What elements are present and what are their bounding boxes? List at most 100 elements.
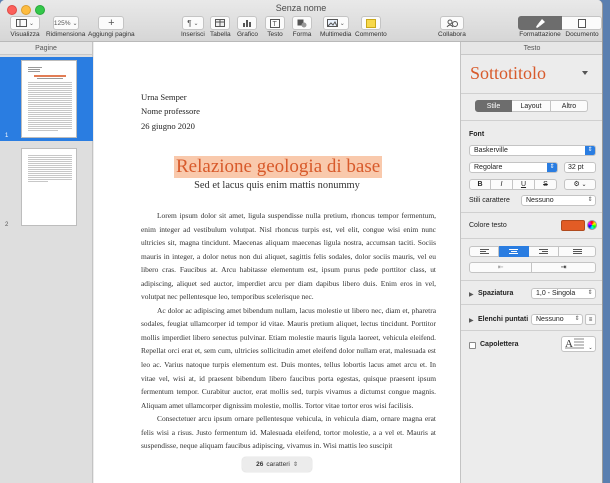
char-styles-label: Stili carattere xyxy=(469,197,510,204)
chevron-updown-icon: ⇕ xyxy=(292,462,298,468)
shape-button[interactable]: Forma xyxy=(292,16,312,38)
comment-button[interactable]: Commento xyxy=(355,16,387,38)
bullets-label: Elenchi puntati xyxy=(478,316,529,323)
align-left-button[interactable] xyxy=(469,246,499,257)
table-button[interactable]: Tabella xyxy=(210,16,231,38)
tab-style[interactable]: Stile xyxy=(475,100,512,112)
chevron-down-icon: ⌄ xyxy=(193,20,199,27)
document-subtitle[interactable]: Sed et lacus quis enim mattis nonummy xyxy=(94,180,460,191)
bold-button[interactable]: B xyxy=(469,179,491,190)
format-button[interactable] xyxy=(518,16,562,30)
font-section-label: Font xyxy=(469,131,485,138)
add-page-button[interactable]: + Aggiungi pagina xyxy=(88,16,135,38)
chevron-down-icon: ⌄ xyxy=(339,20,345,27)
align-right-icon xyxy=(539,249,548,254)
shape-label: Forma xyxy=(292,31,312,38)
text-options-button[interactable]: ⚙ ⌄ xyxy=(564,179,596,190)
table-label: Tabella xyxy=(210,31,231,38)
align-center-button[interactable] xyxy=(499,246,529,257)
decrease-indent-button[interactable]: ⇤ xyxy=(469,262,532,273)
view-button[interactable]: ⌄ Visualizza xyxy=(10,16,40,38)
document-icon xyxy=(577,18,586,28)
chart-button[interactable]: Grafico xyxy=(237,16,258,38)
body-paragraph: Consectetuer arcu ipsum ornare pellentes… xyxy=(141,414,436,451)
paragraph-style-name[interactable]: Sottotitolo xyxy=(470,63,546,84)
word-count-value: 26 xyxy=(256,461,264,468)
insert-button[interactable]: ¶ ⌄ Inserisci xyxy=(181,16,205,38)
chevron-updown-icon: ⇕ xyxy=(574,316,580,322)
tab-more[interactable]: Altro xyxy=(551,100,588,112)
text-label: Testo xyxy=(267,31,283,38)
italic-button[interactable]: I xyxy=(491,179,513,190)
shape-icon xyxy=(297,19,307,27)
inspector-toggle: Formattazione Documento xyxy=(518,16,602,38)
increase-indent-button[interactable]: ⇥ xyxy=(532,262,596,273)
dropcap-checkbox[interactable] xyxy=(469,342,476,349)
plus-icon: + xyxy=(108,17,115,29)
document-label: Documento xyxy=(565,31,599,38)
bullets-value: Nessuno xyxy=(536,316,564,323)
spacing-value: 1,0 - Singola xyxy=(536,290,576,297)
word-count-pill[interactable]: 26 caratteri ⇕ xyxy=(242,457,312,472)
document-body[interactable]: Lorem ipsum dolor sit amet, ligula suspe… xyxy=(141,209,436,453)
format-inspector: Testo Sottotitolo Stile Layout Altro Fon… xyxy=(460,42,602,483)
font-size-value: 32 pt xyxy=(568,164,584,171)
font-weight-value: Regolare xyxy=(474,164,503,171)
underline-button[interactable]: U xyxy=(513,179,535,190)
align-center-icon xyxy=(509,249,518,254)
text-button[interactable]: T Testo xyxy=(265,16,285,38)
justify-button[interactable] xyxy=(559,246,596,257)
page-thumbnail-2[interactable] xyxy=(21,148,77,226)
align-left-icon xyxy=(479,249,489,254)
document-button[interactable] xyxy=(562,16,602,30)
chevron-updown-icon: ⇕ xyxy=(585,146,595,155)
text-color-label: Colore testo xyxy=(469,222,507,229)
add-page-label: Aggiungi pagina xyxy=(88,31,135,38)
sidebar-icon xyxy=(15,19,27,27)
dropcap-preview-icon: A xyxy=(565,338,585,350)
text-color-well[interactable] xyxy=(561,220,585,231)
zoom-label: Ridimensiona xyxy=(46,31,86,38)
sidebar-header: Pagine xyxy=(0,42,92,55)
toolbar: Senza nome ⌄ Visualizza 125% ⌄ Ridimensio… xyxy=(0,0,602,42)
dropcap-style-button[interactable]: A ⌄ xyxy=(561,336,596,352)
svg-text:A: A xyxy=(565,338,573,349)
font-size-field[interactable]: 32 pt xyxy=(564,162,596,173)
page-thumbnail-1[interactable] xyxy=(21,60,77,138)
document-title[interactable]: Relazione geologia di base xyxy=(174,156,383,178)
collaborate-button[interactable]: Collabora xyxy=(438,16,466,38)
document-canvas[interactable]: Urna Semper Nome professore 26 giugno 20… xyxy=(94,42,460,483)
tab-layout[interactable]: Layout xyxy=(512,100,551,112)
paragraph-icon: ¶ xyxy=(187,18,192,28)
font-family-select[interactable]: Baskerville ⇕ xyxy=(469,145,596,156)
indent-icon: ⇥ xyxy=(560,264,567,271)
sender-name: Urna Semper xyxy=(141,92,187,102)
spacing-select[interactable]: 1,0 - Singola ⇕ xyxy=(531,288,596,299)
collaborate-icon xyxy=(446,19,458,27)
chevron-down-icon[interactable] xyxy=(582,71,588,75)
color-wheel-icon[interactable] xyxy=(587,220,597,230)
body-paragraph: Ac dolor ac adipiscing amet bibendum nul… xyxy=(141,305,436,410)
chevron-updown-icon: ⇕ xyxy=(587,197,593,203)
page-number-1: 1 xyxy=(5,133,9,139)
image-icon xyxy=(326,19,338,27)
chart-icon xyxy=(243,20,252,27)
disclosure-triangle-icon[interactable]: ▶ xyxy=(469,291,474,298)
media-button[interactable]: ⌄ Multimedia xyxy=(320,16,351,38)
zoom-value: 125% xyxy=(53,19,71,27)
outdent-icon: ⇤ xyxy=(497,264,504,271)
bullets-select[interactable]: Nessuno ⇕ xyxy=(531,314,583,325)
align-right-button[interactable] xyxy=(529,246,559,257)
strikethrough-button[interactable]: S xyxy=(535,179,557,190)
font-weight-select[interactable]: Regolare ⇕ xyxy=(469,162,558,173)
chevron-updown-icon: ⇕ xyxy=(587,290,593,296)
inspector-header: Testo xyxy=(461,42,602,55)
zoom-select[interactable]: 125% ⌄ Ridimensiona xyxy=(46,16,85,38)
char-styles-select[interactable]: Nessuno ⇕ xyxy=(521,195,596,206)
format-label: Formattazione xyxy=(519,31,561,38)
dropcap-label: Capolettera xyxy=(480,341,519,348)
list-style-button[interactable]: ≡ xyxy=(585,314,596,325)
spacing-label: Spaziatura xyxy=(478,290,514,297)
disclosure-triangle-icon[interactable]: ▶ xyxy=(469,317,474,324)
sender-block[interactable]: Urna Semper Nome professore 26 giugno 20… xyxy=(141,90,200,133)
